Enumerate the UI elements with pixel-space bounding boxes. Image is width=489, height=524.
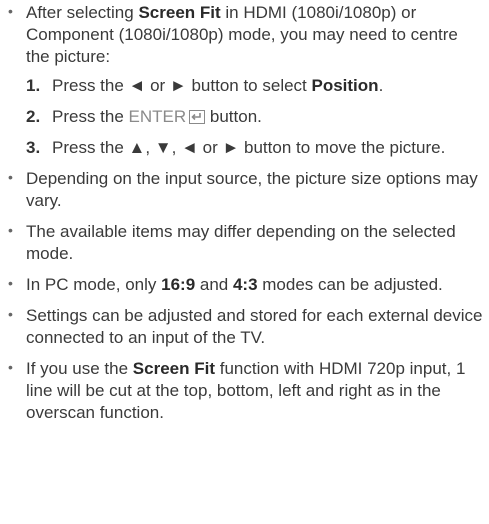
enter-key-icon [189,110,206,124]
note-item: Settings can be adjusted and stored for … [8,303,485,349]
ratio-4-3: 4:3 [232,275,258,294]
note-text: Depending on the input source, the pictu… [26,169,478,210]
note-item: In PC mode, only 16:9 and 4:3 modes can … [8,272,485,296]
screen-fit-term: Screen Fit [132,359,215,378]
step-item: 3. Press the ▲, ▼, ◄ or ► button to move… [26,138,446,157]
note-item: After selecting Screen Fit in HDMI (1080… [8,0,485,159]
screen-fit-term: Screen Fit [138,3,221,22]
note-text: The available items may differ depending… [26,222,456,263]
position-term: Position [311,76,379,95]
step-item: 2. Press the ENTER button. [26,107,262,126]
step-number: 1. [26,76,41,95]
step-number: 2. [26,107,41,126]
note-item: If you use the Screen Fit function with … [8,356,485,424]
note-item: Depending on the input source, the pictu… [8,166,485,212]
manual-notes: After selecting Screen Fit in HDMI (1080… [0,0,489,524]
step-number: 3. [26,138,41,157]
note-text: Settings can be adjusted and stored for … [26,306,483,347]
note-text: After selecting Screen Fit in HDMI (1080… [26,3,458,66]
note-text: In PC mode, only 16:9 and 4:3 modes can … [26,275,443,294]
note-text: If you use the Screen Fit function with … [26,359,466,422]
step-list: 1. Press the ◄ or ► button to select Pos… [26,75,485,159]
note-item: The available items may differ depending… [8,219,485,265]
ratio-16-9: 16:9 [161,275,196,294]
enter-label: ENTER [128,107,187,126]
step-item: 1. Press the ◄ or ► button to select Pos… [26,76,384,95]
